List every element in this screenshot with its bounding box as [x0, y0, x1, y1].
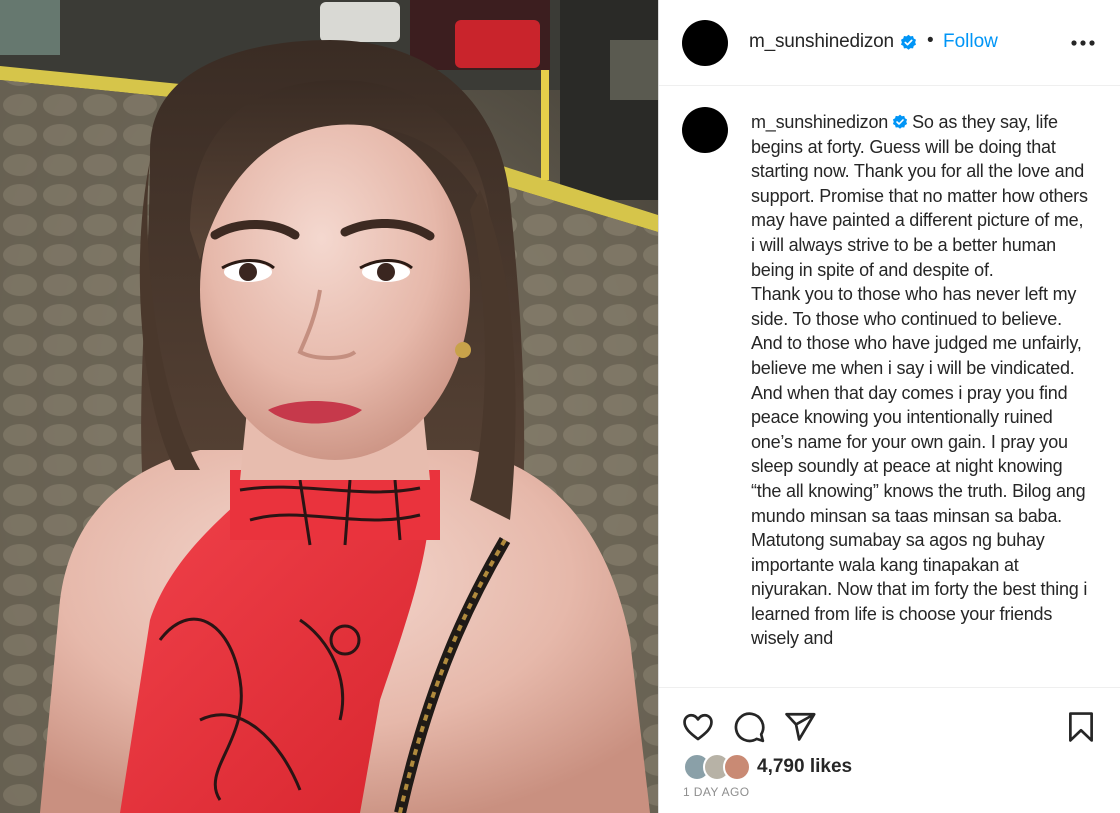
- caption-author-avatar[interactable]: [682, 107, 728, 153]
- caption-verified-badge-icon: [893, 114, 908, 129]
- likes-count[interactable]: 4,790 likes: [757, 756, 852, 778]
- verified-badge-icon: [900, 34, 916, 50]
- more-horizontal-icon[interactable]: [1068, 30, 1098, 56]
- post-timestamp[interactable]: 1 DAY AGO: [683, 785, 750, 799]
- author-username[interactable]: m_sunshinedizon: [749, 31, 894, 53]
- caption-text-continued: Thank you to those who has never left my…: [751, 284, 1088, 649]
- heart-icon[interactable]: [681, 710, 715, 744]
- follow-button[interactable]: Follow: [943, 31, 998, 53]
- post-photo[interactable]: [0, 0, 658, 813]
- comment-icon[interactable]: [732, 710, 766, 744]
- selfie-image: [0, 0, 658, 813]
- share-icon[interactable]: [783, 710, 817, 744]
- comments-area[interactable]: m_sunshinedizon So as they say, life beg…: [659, 87, 1120, 687]
- author-username-row: m_sunshinedizon: [749, 31, 917, 53]
- bookmark-icon[interactable]: [1064, 710, 1098, 744]
- instagram-post: m_sunshinedizon • Follow m_sunshinedizon: [0, 0, 1120, 813]
- post-caption: m_sunshinedizon So as they say, life beg…: [751, 110, 1091, 651]
- post-side-panel: m_sunshinedizon • Follow m_sunshinedizon: [658, 0, 1120, 813]
- caption-username[interactable]: m_sunshinedizon: [751, 112, 888, 132]
- post-actions: 4,790 likes 1 DAY AGO: [659, 687, 1120, 813]
- liker-avatar[interactable]: [723, 753, 751, 781]
- author-avatar[interactable]: [682, 20, 728, 66]
- post-header: m_sunshinedizon • Follow: [659, 0, 1120, 86]
- caption-text: So as they say, life begins at forty. Gu…: [751, 112, 1088, 280]
- header-separator: •: [927, 30, 934, 51]
- likes-row: 4,790 likes: [683, 752, 852, 782]
